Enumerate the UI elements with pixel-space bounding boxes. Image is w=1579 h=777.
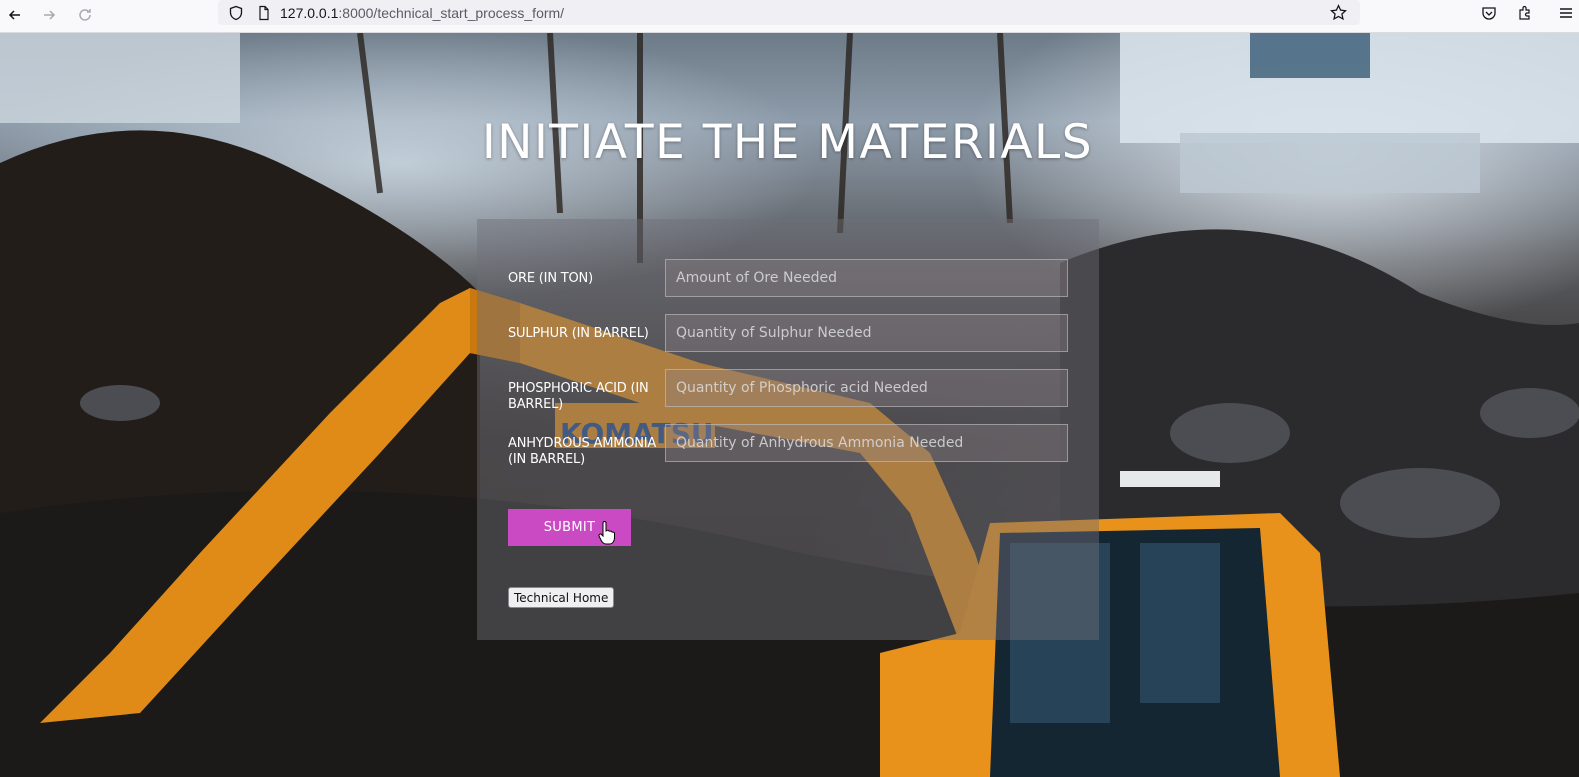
reload-icon [79,9,91,21]
pocket-icon[interactable] [1481,5,1497,21]
url-text: 127.0.0.1:8000/technical_start_process_f… [280,5,564,21]
sulphur-field-row: SULPHUR (IN BARREL) [508,314,1068,354]
ore-label: ORE (IN TON) [508,271,593,286]
ore-input[interactable] [665,259,1068,297]
extensions-icon[interactable] [1517,5,1533,21]
anhydrous-ammonia-field-row: ANHYDROUS AMMONIA (IN BARREL) [508,424,1068,467]
arrow-right-icon [44,10,56,20]
arrow-left-icon [8,10,20,20]
hand-cursor-icon [598,521,615,545]
back-button[interactable] [0,0,30,30]
sulphur-input[interactable] [665,314,1068,352]
technical-home-button[interactable]: Technical Home [508,587,615,608]
anhydrous-ammonia-input[interactable] [665,424,1068,462]
browser-toolbar: 127.0.0.1:8000/technical_start_process_f… [0,0,1579,33]
sulphur-label: SULPHUR (IN BARREL) [508,326,649,341]
phosphoric-acid-field-row: PHOSPHORIC ACID (IN BARREL) [508,369,1068,412]
anhydrous-ammonia-label: ANHYDROUS AMMONIA (IN BARREL) [508,436,657,467]
forward-button[interactable] [34,0,64,30]
page-icon [259,5,269,20]
bookmark-star-icon[interactable] [1330,4,1347,21]
reload-button[interactable] [70,0,100,30]
url-bar[interactable]: 127.0.0.1:8000/technical_start_process_f… [218,0,1360,25]
shield-icon [229,5,243,20]
materials-form: ORE (IN TON) SULPHUR (IN BARREL) PHOSPHO… [477,219,1099,640]
page-title: INITIATE THE MATERIALS [481,115,1094,170]
phosphoric-acid-input[interactable] [665,369,1068,407]
menu-icon[interactable] [1558,5,1574,21]
page-background: KOMATSU INITIATE THE MATERIALS ORE (IN T… [0,33,1579,777]
ore-field-row: ORE (IN TON) [508,259,1068,299]
url-host: 127.0.0.1 [280,4,339,21]
url-path: :8000/technical_start_process_form/ [338,4,565,21]
phosphoric-acid-label: PHOSPHORIC ACID (IN BARREL) [508,381,649,412]
